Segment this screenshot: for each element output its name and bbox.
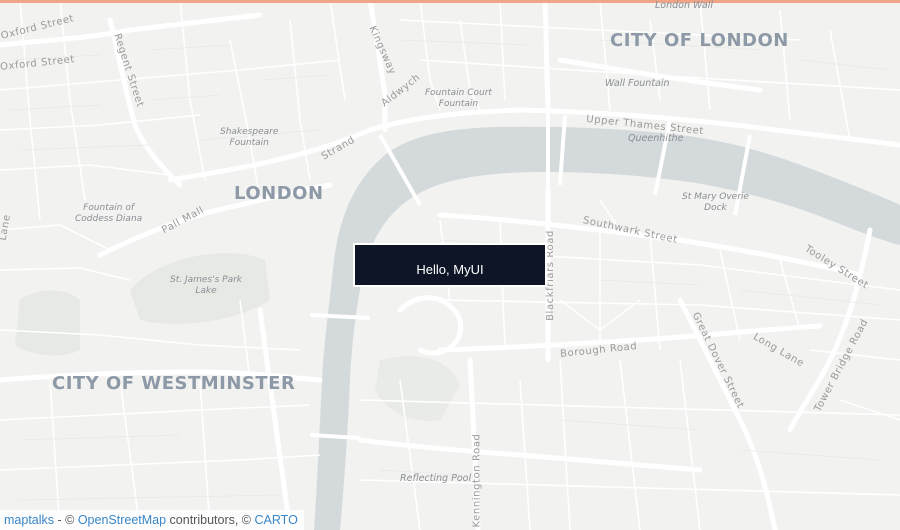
bridge-3 — [558, 114, 567, 186]
poi-fountain-coddess-diana: Fountain of Coddess Diana — [75, 203, 143, 224]
poi-shakespeare-fountain: Shakespeare Fountain — [220, 127, 279, 148]
poi-reflecting-pool: Reflecting Pool — [400, 473, 472, 484]
park-south — [375, 356, 460, 421]
poi-wall-fountain: Wall Fountain — [605, 78, 670, 89]
poi-queenhithe: Queenhithe — [628, 133, 684, 144]
info-popup-text: Hello, MyUI — [355, 245, 545, 285]
poi-london-wall: London Wall — [655, 0, 713, 11]
attribution-sep: - © — [54, 513, 78, 527]
openstreetmap-link[interactable]: OpenStreetMap — [78, 513, 166, 527]
city-label-city-of-london: CITY OF LONDON — [610, 30, 789, 51]
north-road — [542, 0, 551, 113]
top-accent-bar — [0, 0, 900, 3]
city-label-westminster: CITY OF WESTMINSTER — [52, 373, 296, 394]
westminster-road-2 — [257, 307, 293, 530]
circle-road — [397, 295, 464, 356]
poi-fountain-court: Fountain Court Fountain — [425, 88, 492, 109]
map-canvas[interactable]: CITY OF LONDON LONDON CITY OF WESTMINSTE… — [0, 0, 900, 530]
maptalks-link[interactable]: maptalks — [4, 513, 54, 527]
street-kennington: Kennington Road — [471, 433, 483, 528]
bridge-6 — [309, 433, 361, 440]
attribution-mid: contributors, © — [166, 513, 255, 527]
info-popup[interactable]: Hello, MyUI — [353, 243, 547, 287]
green-park — [15, 290, 80, 356]
poi-st-james-park-lake: St. James's Park Lake — [170, 275, 243, 296]
poi-st-mary-overie-dock: St Mary Overie Dock — [682, 192, 749, 213]
city-label-london: LONDON — [234, 183, 324, 204]
bridge-5 — [309, 313, 371, 320]
map-attribution: maptalks - © OpenStreetMap contributors,… — [0, 510, 304, 530]
carto-link[interactable]: CARTO — [255, 513, 298, 527]
